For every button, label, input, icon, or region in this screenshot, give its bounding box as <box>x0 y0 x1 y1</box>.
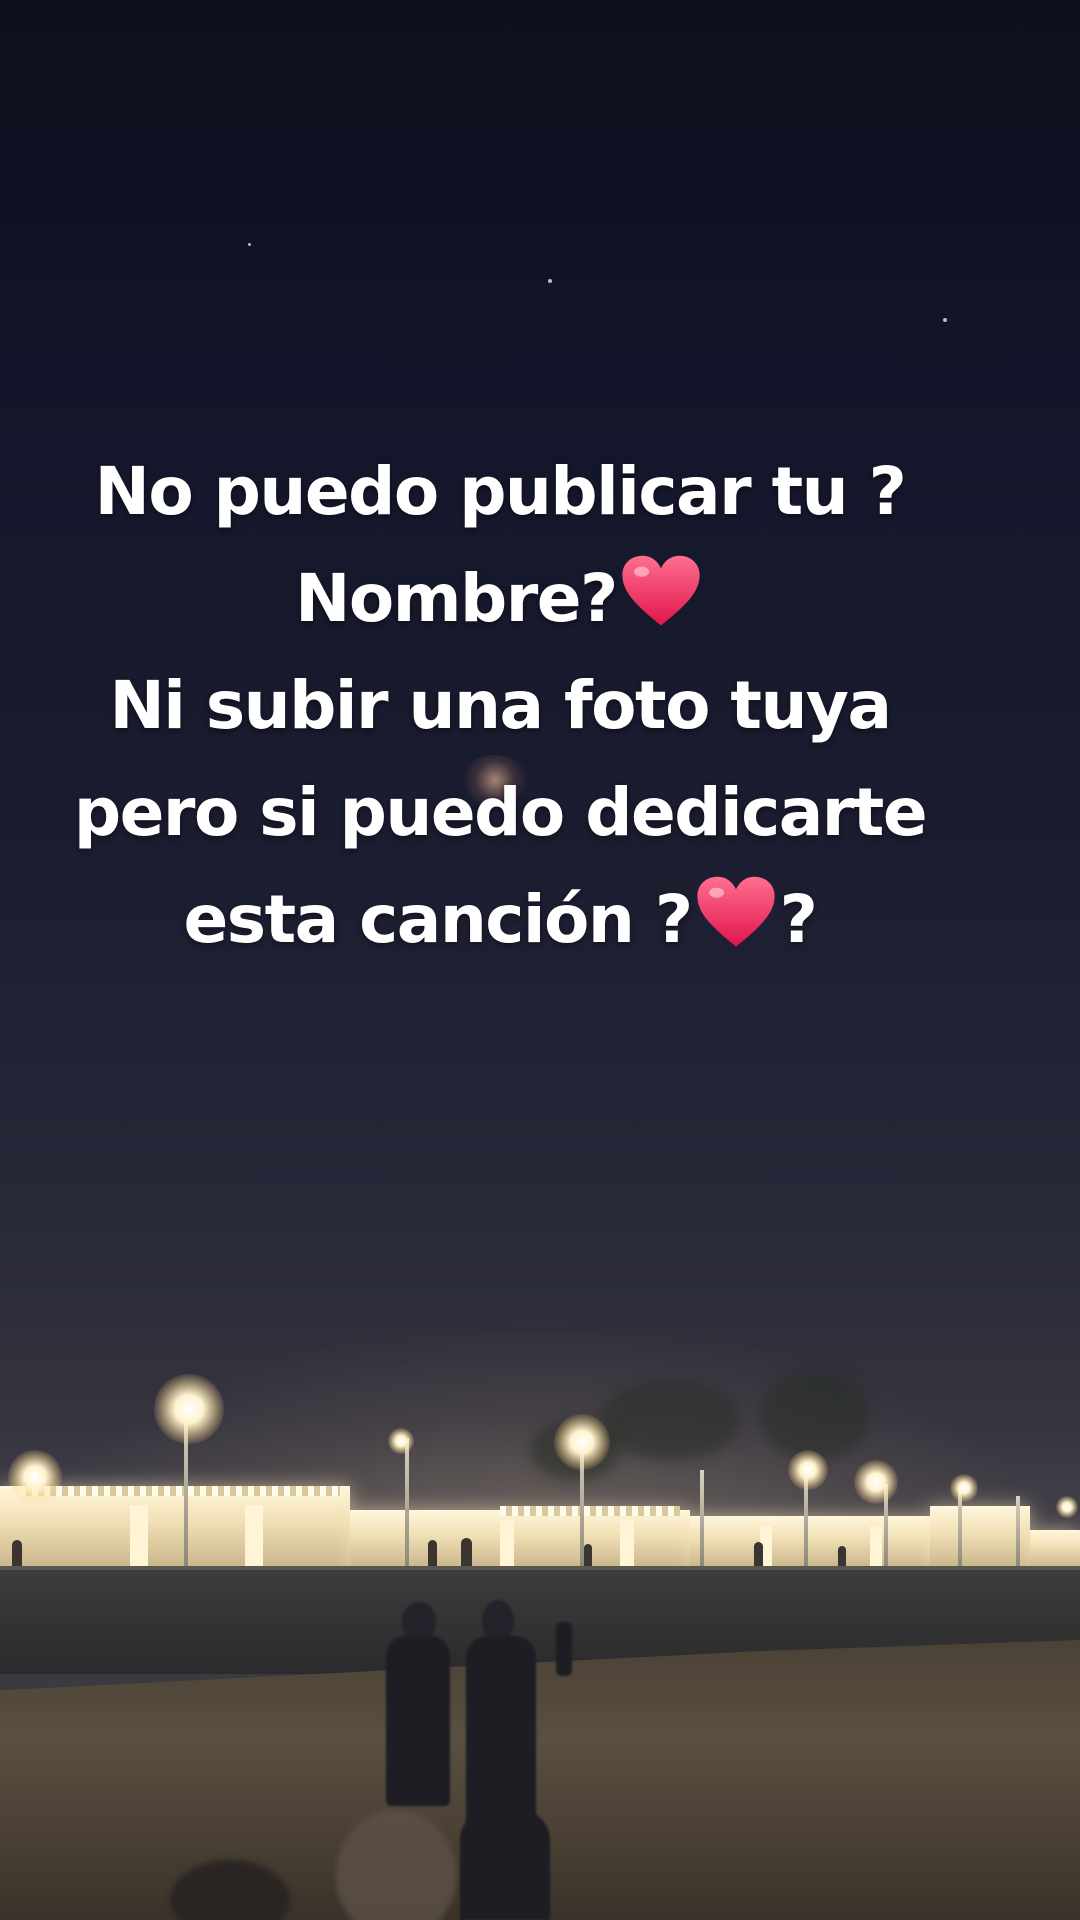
caption-line-5-text-end: ? <box>779 881 818 958</box>
seawall-top-edge <box>0 1566 1080 1570</box>
pedestrian <box>461 1538 472 1568</box>
caption-line-5: esta canción ?? <box>40 866 960 973</box>
building-column <box>245 1505 263 1568</box>
building-column <box>130 1505 148 1568</box>
star <box>248 243 251 246</box>
street-lamp-light <box>1056 1496 1078 1518</box>
boardwalk-building <box>0 1486 350 1568</box>
caption-line-2-text: Nombre? <box>295 560 618 637</box>
foreground-person <box>466 1636 536 1826</box>
building-railing <box>20 1486 340 1496</box>
lamp-pole <box>700 1470 704 1568</box>
boardwalk-building <box>350 1510 690 1568</box>
building-railing <box>500 1506 680 1516</box>
street-lamp-light <box>788 1450 828 1490</box>
palm-tree <box>760 1370 870 1460</box>
star <box>548 279 552 283</box>
heart-icon <box>619 553 703 629</box>
street-lamp-light <box>154 1374 224 1444</box>
lamp-pole <box>1016 1496 1020 1568</box>
heart-icon <box>694 874 778 950</box>
boardwalk-building <box>690 1516 930 1568</box>
building-column <box>620 1520 634 1568</box>
video-caption: No puedo publicar tu ? Nombre? Ni subir … <box>40 438 960 973</box>
video-frame: No puedo publicar tu ? Nombre? Ni subir … <box>0 0 1080 1920</box>
pedestrian <box>428 1540 437 1568</box>
boardwalk-building <box>930 1506 1030 1568</box>
pedestrian <box>584 1544 592 1568</box>
foreground-person <box>460 1810 550 1920</box>
building-column <box>870 1526 882 1568</box>
foreground-person <box>386 1636 450 1806</box>
foreground-person <box>556 1622 572 1676</box>
lamp-pole <box>405 1438 409 1568</box>
street-lamp-light <box>950 1474 978 1502</box>
street-lamp-light <box>554 1414 610 1470</box>
street-lamp-light <box>388 1428 414 1454</box>
building-column <box>500 1520 514 1568</box>
caption-line-1: No puedo publicar tu ? <box>94 453 907 530</box>
street-lamp-light <box>8 1450 62 1504</box>
star <box>943 318 947 322</box>
caption-line-3: Ni subir una foto tuya <box>109 667 892 744</box>
pedestrian <box>12 1540 22 1568</box>
caption-line-5-text-start: esta canción ? <box>183 881 694 958</box>
boardwalk-building <box>1030 1530 1080 1568</box>
palm-tree <box>600 1380 740 1460</box>
street-lamp-light <box>854 1460 898 1504</box>
caption-line-4: pero si puedo dedicarte <box>73 774 928 851</box>
pedestrian <box>838 1546 846 1568</box>
pedestrian <box>754 1542 763 1568</box>
caption-line-2: Nombre? <box>40 545 960 652</box>
